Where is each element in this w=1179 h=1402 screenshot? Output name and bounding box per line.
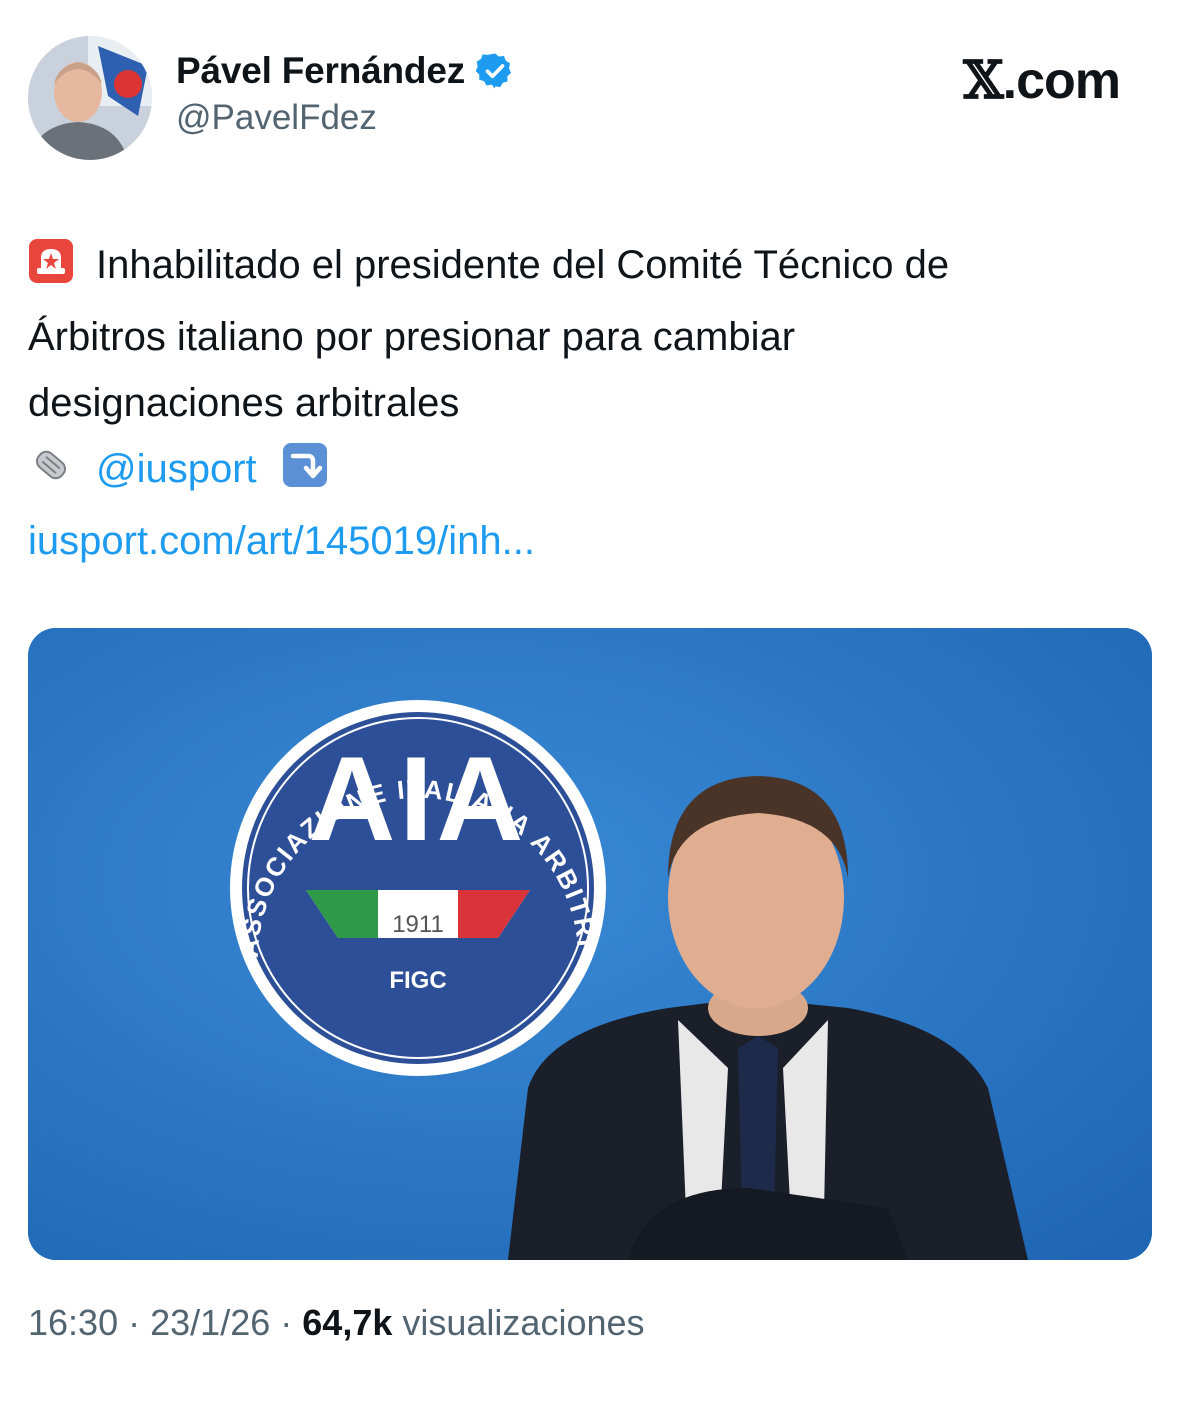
separator: · bbox=[280, 1302, 293, 1343]
logo-bottom-text: FIGC bbox=[389, 967, 446, 994]
aia-logo: ASSOCIAZIONE ITALIANA ARBITRI AIA 1911 F… bbox=[230, 700, 606, 1076]
tweet-image[interactable]: ASSOCIAZIONE ITALIANA ARBITRI AIA 1911 F… bbox=[28, 628, 1152, 1260]
tweet-time[interactable]: 16:30 bbox=[28, 1302, 118, 1343]
verified-badge-icon bbox=[475, 51, 515, 91]
x-logo-mark: 𝕏 bbox=[963, 50, 1003, 111]
newspaper-icon bbox=[28, 442, 74, 508]
logo-letters: AIA bbox=[309, 732, 528, 866]
author-name[interactable]: Pável Fernández bbox=[176, 50, 465, 92]
tweet-text: Inhabilitado el presidente del Comité Té… bbox=[28, 232, 1152, 574]
article-link[interactable]: iusport.com/art/145019/inh... bbox=[28, 508, 1152, 574]
author-handle[interactable]: @PavelFdez bbox=[176, 98, 515, 138]
tweet-header: Pável Fernández @PavelFdez 𝕏.com bbox=[28, 36, 1152, 166]
siren-icon bbox=[28, 238, 74, 304]
x-logo-suffix: .com bbox=[1002, 52, 1121, 110]
avatar[interactable] bbox=[28, 36, 152, 160]
text-line-1: Inhabilitado el presidente del Comité Té… bbox=[96, 243, 950, 287]
separator: · bbox=[128, 1302, 141, 1343]
mention-link[interactable]: @iusport bbox=[96, 447, 257, 491]
tweet-date[interactable]: 23/1/26 bbox=[150, 1302, 270, 1343]
author-block: Pável Fernández @PavelFdez bbox=[176, 50, 515, 138]
logo-year: 1911 bbox=[392, 911, 444, 938]
text-line-2: Árbitros italiano por presionar para cam… bbox=[28, 315, 796, 359]
views-count: 64,7k bbox=[302, 1302, 393, 1343]
arrow-down-icon bbox=[282, 442, 328, 508]
views-label: visualizaciones bbox=[402, 1302, 645, 1343]
x-logo: 𝕏.com bbox=[963, 50, 1121, 111]
text-line-3: designaciones arbitrales bbox=[28, 381, 460, 425]
tweet-footer: 16:30 · 23/1/26 · 64,7k visualizaciones bbox=[28, 1302, 645, 1344]
